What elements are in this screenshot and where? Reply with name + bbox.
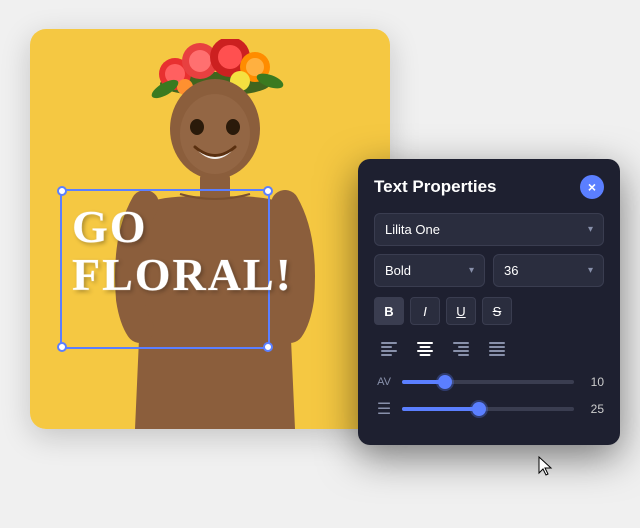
font-style-chevron: ▾ <box>469 265 474 276</box>
font-size-value: 36 <box>504 263 518 278</box>
bold-button[interactable]: B <box>374 297 404 325</box>
panel-header: Text Properties × <box>374 175 604 199</box>
overlay-text[interactable]: GO FLORAL! <box>72 203 293 300</box>
text-selection-box[interactable]: GO FLORAL! <box>60 189 270 349</box>
font-family-row: Lilita One ▾ <box>374 213 604 246</box>
line-height-value: 25 <box>582 402 604 416</box>
handle-bottom-left[interactable] <box>57 342 67 352</box>
underline-button[interactable]: U <box>446 297 476 325</box>
italic-button[interactable]: I <box>410 297 440 325</box>
tracking-value: 10 <box>582 375 604 389</box>
line-height-track[interactable] <box>402 407 574 411</box>
handle-top-right[interactable] <box>263 186 273 196</box>
panel-title: Text Properties <box>374 177 497 197</box>
line-height-thumb[interactable] <box>472 402 486 416</box>
tracking-slider-row: AV 10 <box>374 375 604 389</box>
align-justify-button[interactable] <box>482 335 512 363</box>
close-button[interactable]: × <box>580 175 604 199</box>
text-properties-panel: Text Properties × Lilita One ▾ Bold ▾ 36… <box>358 159 620 445</box>
tracking-track[interactable] <box>402 380 574 384</box>
font-family-value: Lilita One <box>385 222 440 237</box>
strikethrough-button[interactable]: S <box>482 297 512 325</box>
tracking-thumb[interactable] <box>438 375 452 389</box>
align-buttons-row <box>374 335 604 363</box>
scene: GO FLORAL! Text Properties × Lilita One … <box>20 19 620 509</box>
align-left-button[interactable] <box>374 335 404 363</box>
line-height-fill <box>402 407 479 411</box>
font-size-chevron: ▾ <box>588 265 593 276</box>
line-height-slider-row: ☰ 25 <box>374 399 604 419</box>
line-height-label: ☰ <box>374 399 394 419</box>
font-family-chevron: ▾ <box>588 224 593 235</box>
font-style-select[interactable]: Bold ▾ <box>374 254 485 287</box>
font-size-select[interactable]: 36 ▾ <box>493 254 604 287</box>
image-card: GO FLORAL! <box>30 29 390 429</box>
format-buttons-row: B I U S <box>374 297 604 325</box>
align-center-button[interactable] <box>410 335 440 363</box>
tracking-label: AV <box>374 376 394 388</box>
mouse-cursor <box>535 455 555 479</box>
font-style-value: Bold <box>385 263 411 278</box>
font-style-size-row: Bold ▾ 36 ▾ <box>374 254 604 287</box>
text-line-1: GO <box>72 203 293 251</box>
handle-top-left[interactable] <box>57 186 67 196</box>
text-line-2: FLORAL! <box>72 251 293 299</box>
image-background: GO FLORAL! <box>30 29 390 429</box>
font-family-select[interactable]: Lilita One ▾ <box>374 213 604 246</box>
handle-bottom-right[interactable] <box>263 342 273 352</box>
align-right-button[interactable] <box>446 335 476 363</box>
